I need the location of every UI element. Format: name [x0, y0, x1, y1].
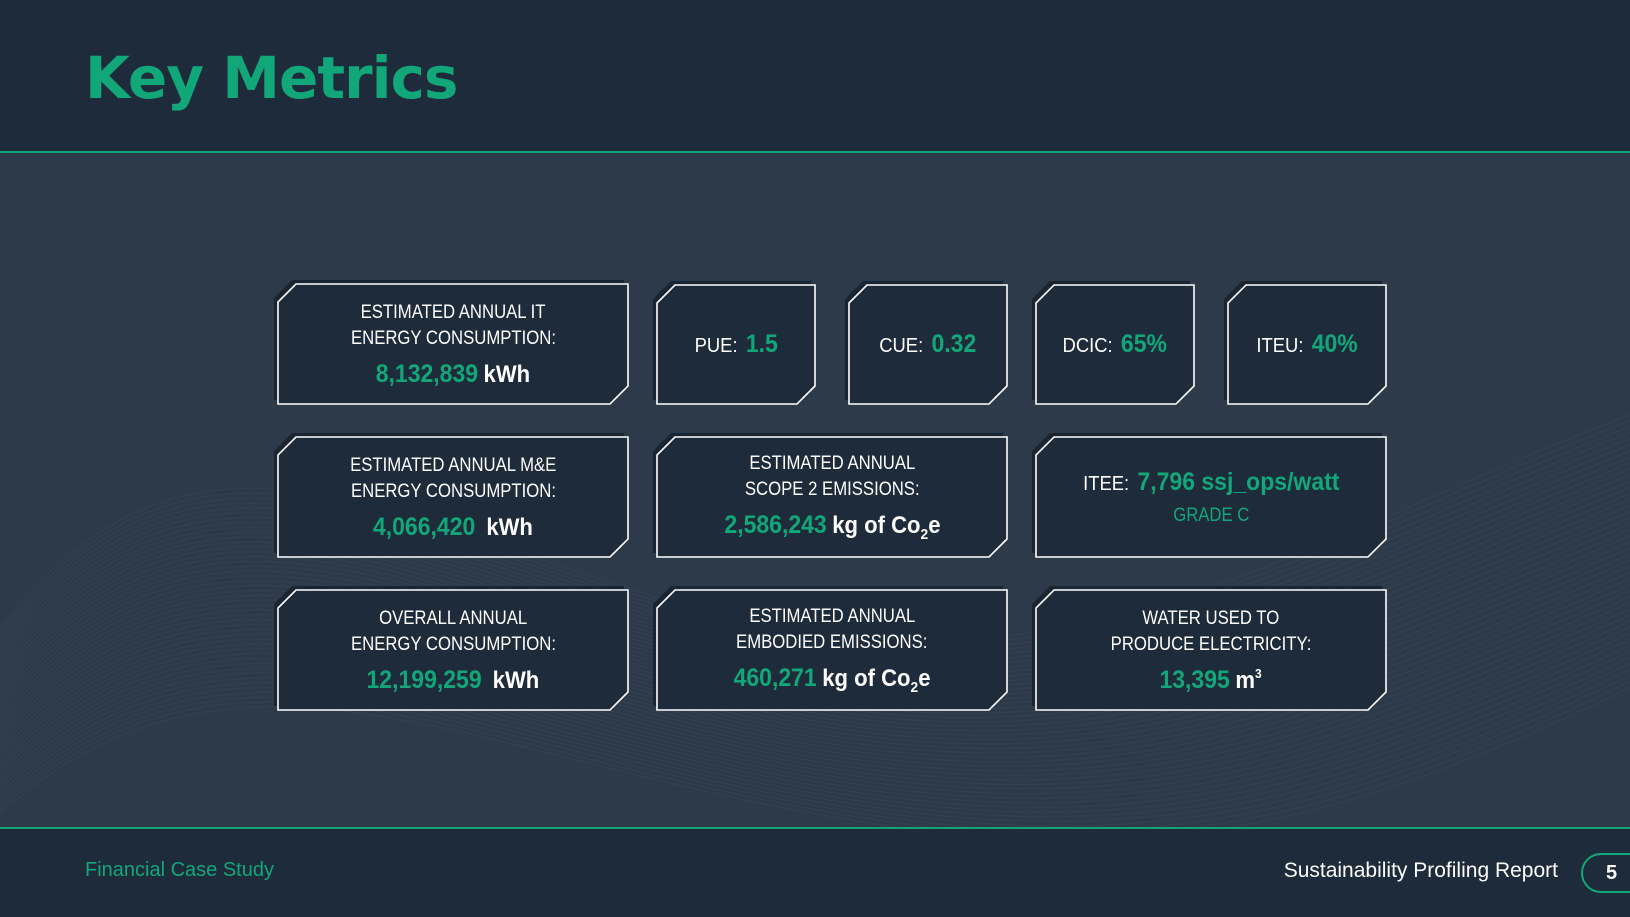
footer-bar: Financial Case Study Sustainability Prof… — [0, 827, 1630, 917]
card-me-energy: ESTIMATED ANNUAL M&E ENERGY CONSUMPTION:… — [274, 433, 629, 558]
card-water: WATER USED TO PRODUCE ELECTRICITY: 13,39… — [1032, 586, 1387, 711]
card-embodied: ESTIMATED ANNUAL EMBODIED EMISSIONS: 460… — [653, 586, 1008, 711]
it-energy-value: 8,132,839 — [375, 359, 479, 388]
pue-label: PUE: — [694, 335, 738, 357]
overall-energy-value: 12,199,259 — [366, 665, 482, 694]
water-label-line2: PRODUCE ELECTRICITY: — [1110, 633, 1312, 655]
header-bar: Key Metrics — [0, 0, 1630, 153]
scope2-value: 2,586,243 — [723, 511, 827, 539]
footer-section-label: Financial Case Study — [85, 859, 274, 881]
it-energy-unit: kWh — [483, 360, 531, 388]
card-iteu: ITEU: 40% — [1224, 281, 1387, 405]
water-value: 13,395 — [1159, 665, 1231, 694]
itee-grade: GRADE C — [1172, 504, 1250, 526]
me-energy-value: 4,066,420 — [373, 512, 476, 541]
pue-value: 1.5 — [745, 330, 778, 358]
iteu-value: 40% — [1311, 330, 1358, 358]
card-dcic: DCIC: 65% — [1032, 281, 1195, 405]
scope2-label-line2: SCOPE 2 EMISSIONS: — [744, 479, 920, 500]
cue-label: CUE: — [879, 335, 924, 357]
water-unit: m3 — [1235, 665, 1263, 694]
embodied-unit: kg of Co2e — [822, 665, 931, 696]
card-pue: PUE: 1.5 — [653, 281, 816, 405]
dcic-label: DCIC: — [1062, 335, 1113, 357]
dcic-value: 65% — [1121, 330, 1168, 358]
scope2-unit: kg of Co2e — [831, 512, 941, 543]
card-overall-energy: OVERALL ANNUAL ENERGY CONSUMPTION: 12,19… — [274, 586, 629, 711]
water-label-line1: WATER USED TO — [1142, 607, 1280, 629]
page-number-badge: 5 — [1581, 853, 1630, 893]
iteu-label: ITEU: — [1256, 335, 1304, 357]
card-it-energy: ESTIMATED ANNUAL IT ENERGY CONSUMPTION: … — [274, 280, 629, 405]
card-cue: CUE: 0.32 — [845, 281, 1008, 405]
overall-energy-label-line1: OVERALL ANNUAL — [378, 607, 528, 629]
embodied-label-line2: EMBODIED EMISSIONS: — [736, 632, 928, 653]
me-energy-label-line1: ESTIMATED ANNUAL M&E — [349, 454, 557, 476]
overall-energy-label-line2: ENERGY CONSUMPTION: — [350, 633, 556, 655]
card-scope2: ESTIMATED ANNUAL SCOPE 2 EMISSIONS: 2,58… — [653, 433, 1008, 558]
scope2-label-line1: ESTIMATED ANNUAL — [748, 453, 915, 474]
page-title: Key Metrics — [85, 44, 458, 112]
me-energy-unit: kWh — [486, 513, 533, 541]
cue-value: 0.32 — [931, 330, 977, 358]
overall-energy-unit: kWh — [492, 666, 540, 694]
it-energy-label-line1: ESTIMATED ANNUAL IT — [360, 301, 546, 323]
footer-report-title: Sustainability Profiling Report — [1283, 859, 1558, 882]
itee-label: ITEE: — [1082, 472, 1129, 495]
embodied-value: 460,271 — [733, 664, 817, 692]
card-itee: ITEE: 7,796 ssj_ops/watt GRADE C — [1032, 433, 1387, 558]
me-energy-label-line2: ENERGY CONSUMPTION: — [350, 480, 556, 502]
it-energy-label-line2: ENERGY CONSUMPTION: — [350, 327, 556, 349]
embodied-label-line1: ESTIMATED ANNUAL — [748, 606, 915, 627]
itee-value: 7,796 ssj_ops/watt — [1137, 467, 1340, 496]
